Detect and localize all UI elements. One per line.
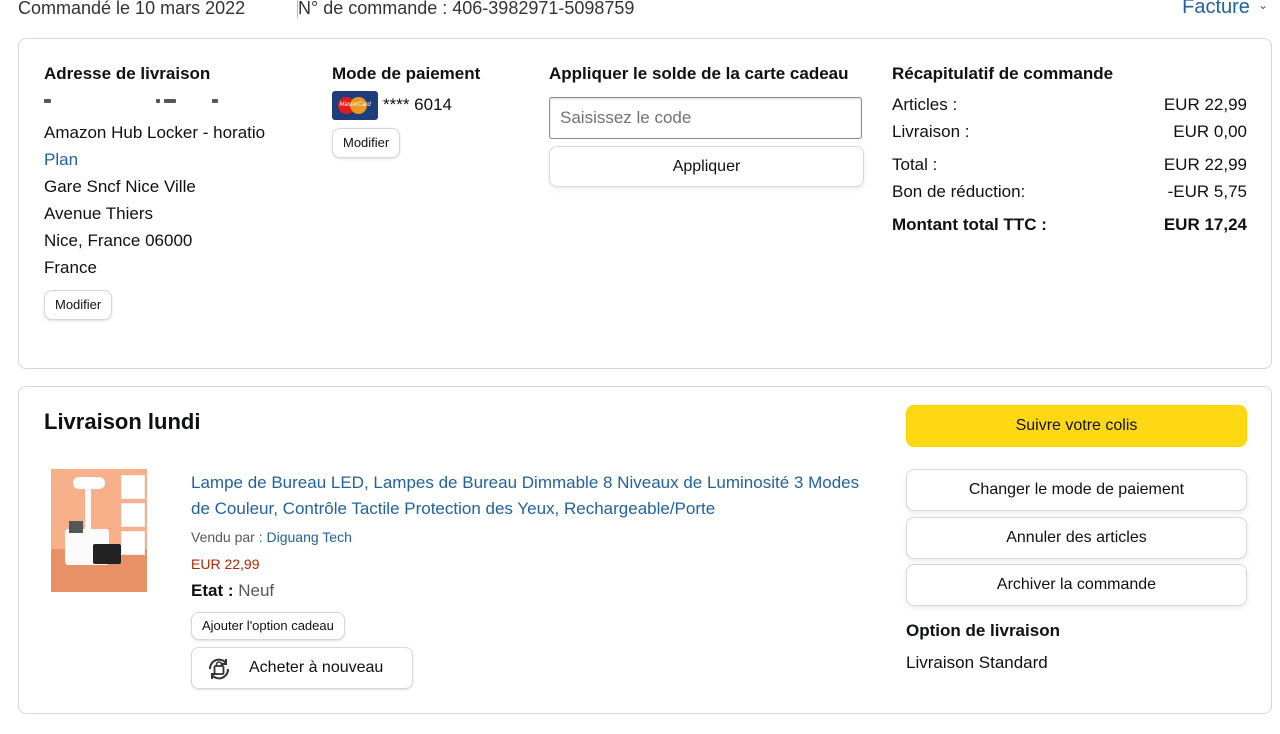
delivery-option-title: Option de livraison bbox=[906, 621, 1060, 640]
summary-value: -EUR 5,75 bbox=[1167, 182, 1247, 201]
seller-link[interactable]: Diguang Tech bbox=[267, 529, 352, 545]
shipment-title: Livraison lundi bbox=[44, 409, 201, 434]
summary-label: Articles : bbox=[892, 95, 958, 114]
condition-label: Etat : bbox=[191, 581, 234, 600]
condition-value: Neuf bbox=[238, 581, 275, 600]
address-line-1: Amazon Hub Locker - horatio bbox=[44, 123, 266, 142]
summary-value: EUR 22,99 bbox=[1163, 155, 1247, 174]
address-line-2: Gare Sncf Nice Ville bbox=[44, 177, 196, 196]
apply-gift-card-button[interactable]: Appliquer bbox=[549, 146, 864, 187]
summary-label: Livraison : bbox=[892, 122, 970, 141]
payment-title: Mode de paiement bbox=[332, 64, 481, 83]
summary-label: Total : bbox=[892, 155, 938, 174]
summary-label: Bon de réduction: bbox=[892, 182, 1026, 201]
chevron-down-icon[interactable]: ⌄ bbox=[1258, 0, 1268, 12]
buy-again-icon bbox=[208, 658, 230, 680]
sold-by-label: Vendu par : bbox=[191, 529, 263, 545]
product-condition: Etat : Neuf bbox=[191, 581, 274, 601]
summary-value: EUR 0,00 bbox=[1173, 122, 1247, 141]
change-payment-button[interactable]: Changer le mode de paiement bbox=[906, 469, 1247, 511]
redacted-recipient-name bbox=[44, 97, 224, 105]
order-summary-title: Récapitulatif de commande bbox=[892, 64, 1114, 83]
buy-again-label[interactable]: Acheter à nouveau bbox=[249, 659, 383, 677]
grand-total-label: Montant total TTC : bbox=[892, 215, 1047, 234]
address-line-4: Nice, France 06000 bbox=[44, 231, 193, 250]
buy-again-button[interactable]: Acheter à nouveau bbox=[191, 647, 413, 689]
edit-address-button[interactable]: Modifier bbox=[44, 290, 113, 320]
invoice-label[interactable]: Facture bbox=[1182, 0, 1250, 18]
summary-value: EUR 22,99 bbox=[1163, 95, 1247, 114]
archive-order-button[interactable]: Archiver la commande bbox=[906, 564, 1247, 606]
product-price: EUR 22,99 bbox=[191, 556, 260, 572]
mastercard-icon: MasterCard bbox=[332, 91, 378, 120]
address-line-5: France bbox=[44, 258, 97, 277]
product-image[interactable] bbox=[51, 469, 147, 592]
address-line-3: Avenue Thiers bbox=[44, 204, 153, 223]
gift-card-title: Appliquer le solde de la carte cadeau bbox=[549, 64, 849, 83]
gift-card-code-input[interactable] bbox=[549, 97, 862, 139]
order-details-card: Adresse de livraison Amazon Hub Locker -… bbox=[18, 38, 1272, 369]
order-number: N° de commande : 406-3982971-5098759 bbox=[298, 0, 635, 18]
sold-by: Vendu par : Diguang Tech bbox=[191, 529, 352, 545]
edit-payment-button[interactable]: Modifier bbox=[332, 128, 401, 158]
order-header: Commandé le 10 mars 2022 N° de commande … bbox=[18, 0, 1268, 22]
track-package-button[interactable]: Suivre votre colis bbox=[906, 405, 1247, 447]
grand-total-value: EUR 17,24 bbox=[1163, 215, 1247, 234]
order-date: Commandé le 10 mars 2022 bbox=[18, 0, 246, 18]
invoice-dropdown[interactable]: Facture ⌄ bbox=[1182, 0, 1268, 19]
shipment-card: Livraison lundi Lampe de Bureau LED, Lam… bbox=[18, 386, 1272, 714]
address-plan-link[interactable]: Plan bbox=[44, 150, 78, 170]
delivery-option-value: Livraison Standard bbox=[906, 653, 1048, 672]
product-title-link[interactable]: Lampe de Bureau LED, Lampes de Bureau Di… bbox=[191, 470, 881, 522]
shipping-address-title: Adresse de livraison bbox=[44, 64, 211, 83]
cancel-items-button[interactable]: Annuler des articles bbox=[906, 517, 1247, 559]
gift-option-button[interactable]: Ajouter l'option cadeau bbox=[191, 612, 345, 640]
card-masked-number: **** 6014 bbox=[383, 95, 453, 114]
